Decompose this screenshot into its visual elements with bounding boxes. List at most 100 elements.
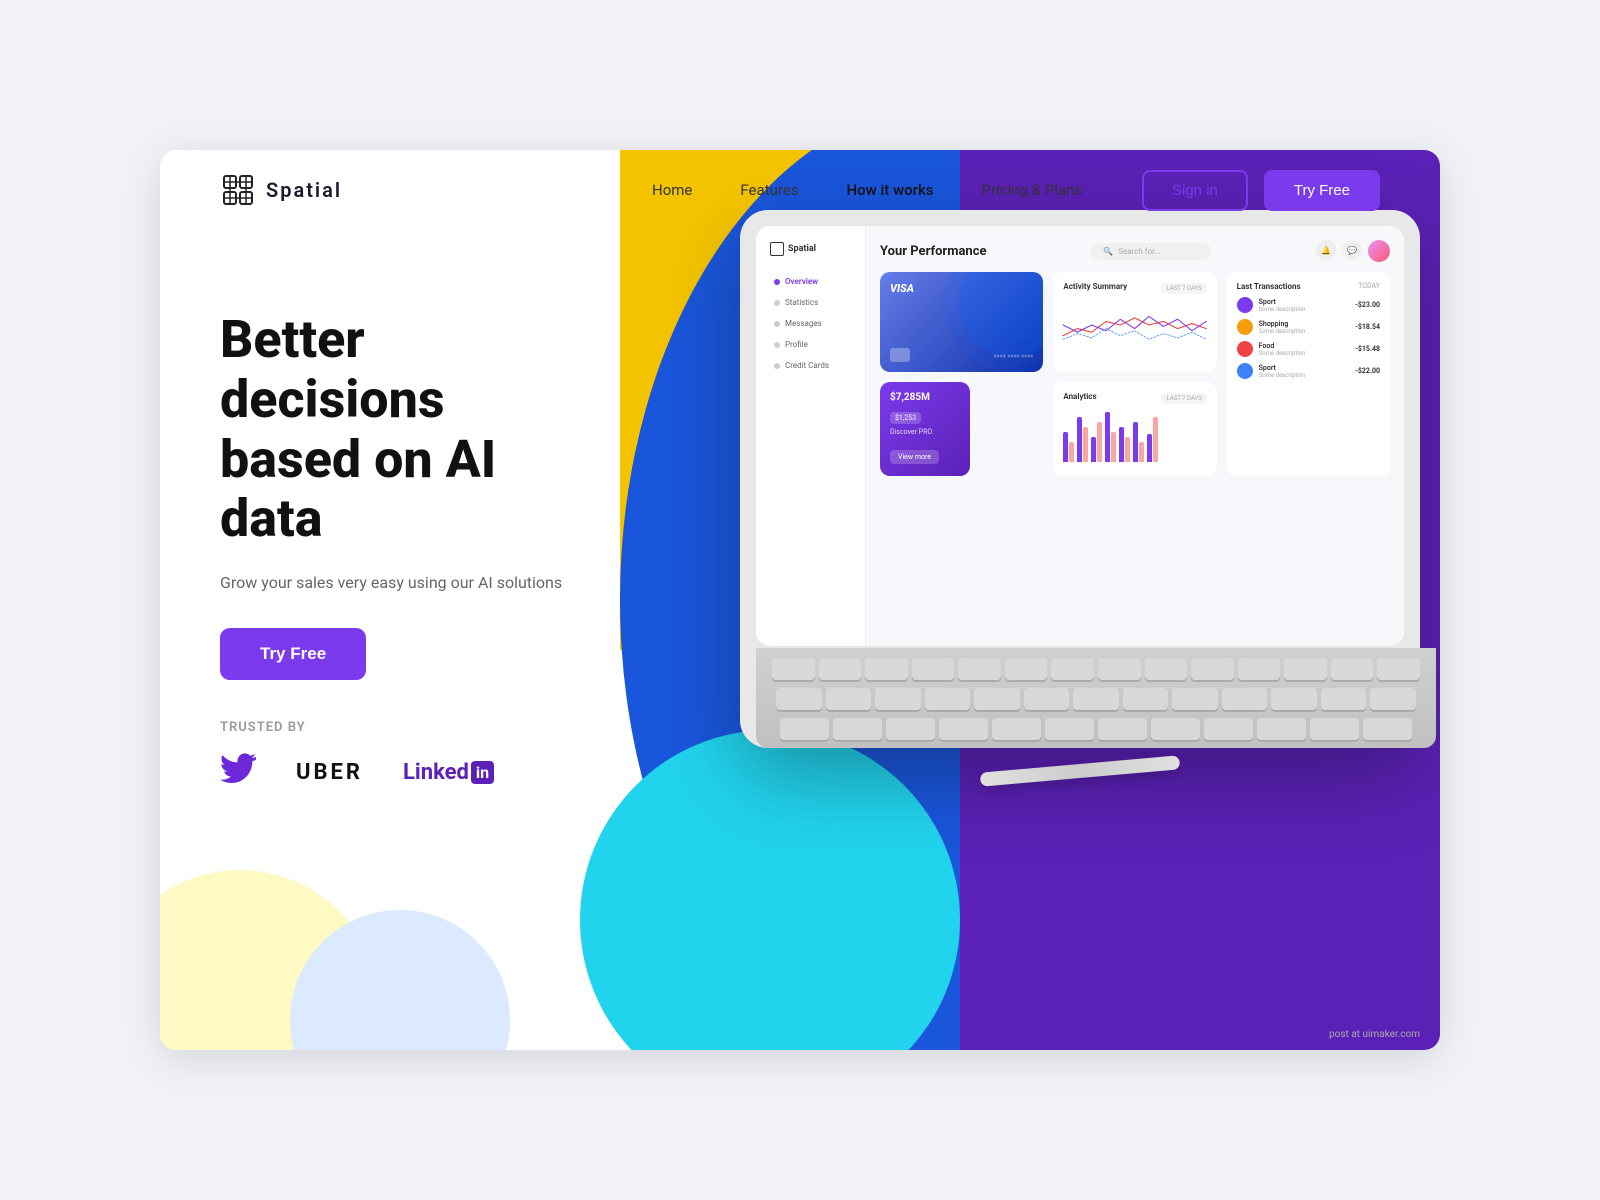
bar-group-3 (1091, 422, 1102, 462)
hero-section: Better decisions based on AI data Grow y… (160, 230, 640, 680)
nav-link-how-it-works[interactable]: How it works (846, 181, 933, 199)
nav-link-home[interactable]: Home (652, 181, 692, 199)
trans-desc-3: Some description (1259, 350, 1355, 357)
trans-icon-4 (1237, 363, 1253, 379)
key (776, 688, 822, 710)
trans-desc-2: Some description (1259, 328, 1355, 335)
nav-link-features[interactable]: Features (740, 181, 798, 199)
key (1073, 688, 1119, 710)
visa-logo: VISA (890, 282, 914, 295)
transaction-2: Shopping Some description -$18.54 (1237, 319, 1380, 335)
discover-value: $7,285M (890, 392, 960, 403)
trans-name-2: Shopping (1259, 320, 1355, 328)
hero-subtitle: Grow your sales very easy using our AI s… (220, 573, 580, 592)
sidebar-item-credit-cards[interactable]: Credit Cards (766, 356, 855, 375)
trans-amount-2: -$18.54 (1355, 323, 1380, 331)
keyboard-row-1 (756, 648, 1436, 688)
hero-try-free-button[interactable]: Try Free (220, 628, 366, 680)
transactions-header: Last Transactions TODAY (1237, 282, 1380, 291)
tablet-screen: Spatial Overview Statistics Message (756, 226, 1404, 646)
visa-card: VISA **** **** **** (880, 272, 1043, 372)
sidebar-item-overview[interactable]: Overview (766, 272, 855, 291)
nav-actions: Sign in Try Free (1142, 170, 1380, 211)
bar-group-5 (1119, 427, 1130, 462)
sidebar-dot-statistics (774, 300, 780, 306)
activity-period: LAST 7 DAYS (1161, 283, 1206, 294)
sign-in-button[interactable]: Sign in (1142, 170, 1248, 211)
sidebar-item-messages[interactable]: Messages (766, 314, 855, 333)
tablet-mockup: Spatial Overview Statistics Message (740, 210, 1440, 748)
key (780, 718, 829, 740)
bar-3b (1097, 422, 1102, 462)
key (1271, 688, 1317, 710)
visa-pattern (973, 272, 1043, 342)
activity-header: Activity Summary LAST 7 DAYS (1063, 282, 1206, 295)
logo[interactable]: Spatial (220, 172, 342, 208)
key (875, 688, 921, 710)
key (1331, 658, 1374, 680)
key (1005, 658, 1048, 680)
message-icon[interactable]: 💬 (1342, 240, 1362, 260)
dashboard: Spatial Overview Statistics Message (756, 226, 1404, 646)
key (833, 718, 882, 740)
key (865, 658, 908, 680)
trans-name-4: Sport (1259, 364, 1355, 372)
sidebar-dot-messages (774, 321, 780, 327)
logo-text: Spatial (266, 178, 342, 202)
twitter-logo (220, 753, 256, 791)
key (1172, 688, 1218, 710)
notification-icon[interactable]: 🔔 (1316, 240, 1336, 260)
bar-7b (1153, 417, 1158, 462)
main-container: Spatial Home Features How it works Prici… (160, 150, 1440, 1050)
bar-group-2 (1077, 417, 1088, 462)
dashboard-main: Your Performance 🔍 Search for... 🔔 💬 (866, 226, 1404, 646)
key (1284, 658, 1327, 680)
analytics-card: Analytics LAST 7 DAYS (1053, 382, 1216, 476)
trans-info-4: Sport Some description (1259, 364, 1355, 379)
key (1363, 718, 1412, 740)
discover-btn[interactable]: View more (890, 450, 939, 464)
key (1310, 718, 1359, 740)
key (1238, 658, 1281, 680)
analytics-title: Analytics (1063, 392, 1096, 401)
key (939, 718, 988, 740)
dashboard-search[interactable]: 🔍 Search for... (1091, 243, 1211, 260)
dashboard-grid: VISA **** **** **** Activity Summary LAS… (880, 272, 1390, 476)
trans-info-1: Sport Some description (1259, 298, 1355, 313)
bar-6a (1133, 422, 1138, 462)
key (772, 658, 815, 680)
trans-name-1: Sport (1259, 298, 1355, 306)
trans-amount-3: -$15.48 (1355, 345, 1380, 353)
key (1377, 658, 1420, 680)
bar-5a (1119, 427, 1124, 462)
navbar: Spatial Home Features How it works Prici… (160, 150, 1440, 230)
sidebar-item-statistics[interactable]: Statistics (766, 293, 855, 312)
discover-label: Discover PRO (890, 428, 960, 436)
sidebar-dot-overview (774, 279, 780, 285)
dashboard-logo-icon (770, 242, 784, 256)
trans-icon-3 (1237, 341, 1253, 357)
nav-try-free-button[interactable]: Try Free (1264, 170, 1380, 211)
uber-logo: UBER (296, 760, 363, 785)
tablet-device: Spatial Overview Statistics Message (740, 210, 1420, 748)
user-avatar[interactable] (1368, 240, 1390, 262)
trans-desc-4: Some description (1259, 372, 1355, 379)
key (1098, 658, 1141, 680)
sidebar-label-statistics: Statistics (785, 298, 818, 307)
dashboard-logo-text: Spatial (788, 244, 816, 254)
key (1045, 718, 1094, 740)
key (1051, 658, 1094, 680)
hero-title: Better decisions based on AI data (220, 310, 580, 549)
sidebar-item-profile[interactable]: Profile (766, 335, 855, 354)
key (912, 658, 955, 680)
key (1024, 688, 1070, 710)
sidebar-label-messages: Messages (785, 319, 822, 328)
analytics-period: LAST 7 DAYS (1161, 393, 1206, 404)
nav-link-pricing[interactable]: Pricing & Plans (982, 181, 1082, 199)
bar-group-7 (1147, 417, 1158, 462)
transactions-card: Last Transactions TODAY Sport Some descr… (1227, 272, 1390, 476)
sidebar-label-overview: Overview (785, 277, 818, 286)
bar-5b (1125, 437, 1130, 462)
bar-2a (1077, 417, 1082, 462)
trans-info-3: Food Some description (1259, 342, 1355, 357)
